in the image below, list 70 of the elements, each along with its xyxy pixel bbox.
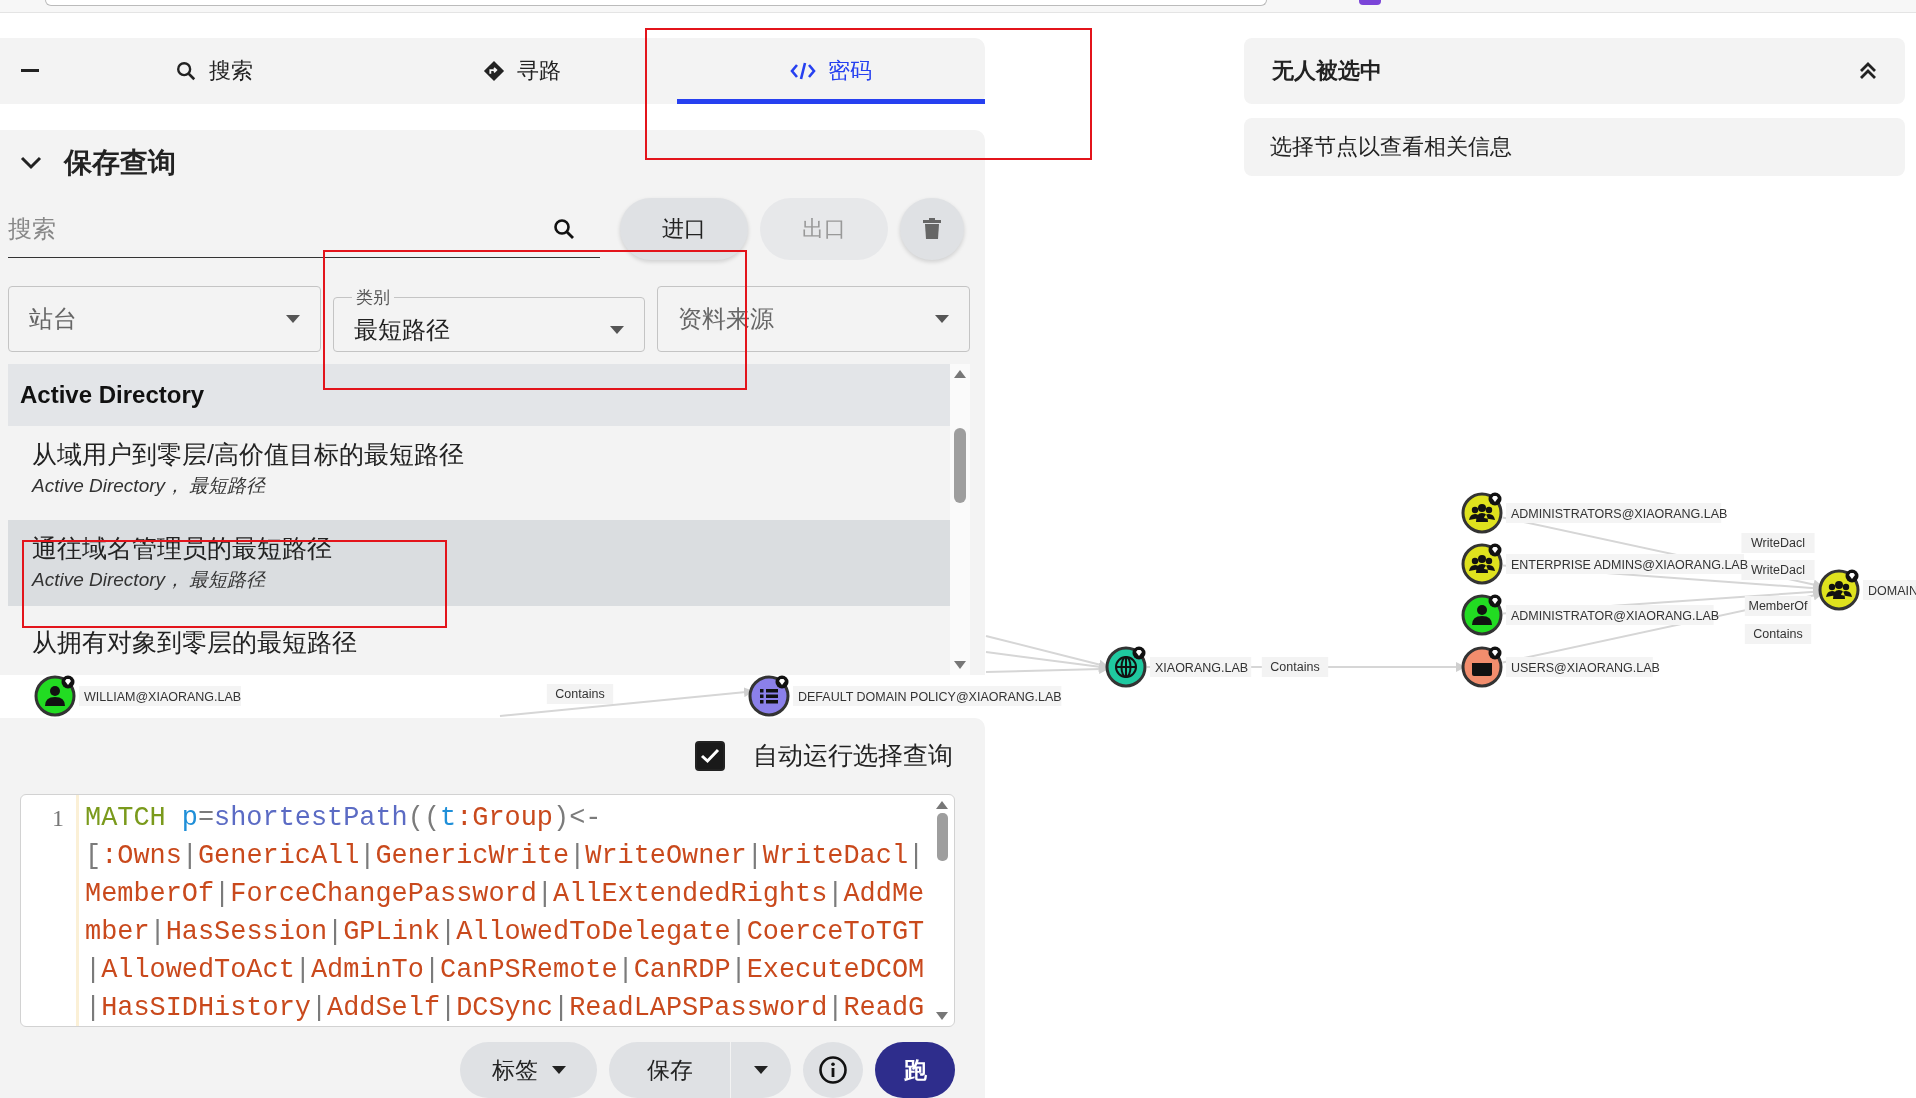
- edge-label: Contains: [546, 684, 614, 704]
- scroll-down-icon[interactable]: [954, 661, 966, 669]
- people-icon: [1469, 555, 1495, 573]
- node-label: DEFAULT DOMAIN POLICY@XIAORANG.LAB: [793, 686, 1062, 706]
- info-icon: [818, 1055, 848, 1085]
- query-item[interactable]: 从域用户到零层/高价值目标的最短路径 Active Directory， 最短路径: [8, 426, 950, 512]
- people-icon: [1469, 504, 1495, 522]
- tab[interactable]: 密码: [676, 38, 985, 104]
- edge-label: Contains: [1261, 657, 1329, 677]
- edge-label: Contains: [1744, 624, 1812, 644]
- route-icon: [483, 60, 506, 82]
- badge-icon: [1845, 569, 1859, 583]
- badge-icon: [1132, 646, 1146, 660]
- section-title: 保存查询: [64, 146, 176, 180]
- node-label: WILLIAM@XIAORANG.LAB: [79, 686, 242, 706]
- edge-label: WriteDacl: [1741, 533, 1815, 553]
- person-icon: [1472, 605, 1492, 625]
- person-icon: [45, 686, 65, 706]
- caret-icon: [754, 1066, 768, 1074]
- caret-icon: [610, 326, 625, 334]
- edge-label: MemberOf: [1744, 596, 1812, 616]
- search-icon: [552, 217, 576, 241]
- badge-icon: [1488, 492, 1502, 506]
- badge-icon: [1488, 646, 1502, 660]
- badge-icon: [1488, 594, 1502, 608]
- scroll-down-icon[interactable]: [936, 1012, 948, 1020]
- scrollbar-thumb[interactable]: [954, 428, 966, 503]
- globe-icon: [1115, 656, 1137, 678]
- scroll-up-icon[interactable]: [936, 800, 948, 809]
- list-icon: [760, 689, 778, 704]
- caret-icon: [551, 1066, 566, 1074]
- box-icon: [1472, 659, 1492, 676]
- dropdown[interactable]: 类别 最短路径: [332, 286, 646, 352]
- caret-icon: [935, 315, 949, 323]
- code-text: MATCH p=shortestPath((t:Group)<- [:Owns|GenericAll|GenericWrite|WriteOwner|WriteDacl| MemberOf|ForceChangePassword|AllExtendedRights|AddMember|HasSession|GPLink|AllowedToDelegate|CoerceToTGT |AllowedToAct|AdminTo|CanPSRemote|CanRDP|ExecuteDCOM |HasSIDHistory|AddSelf|DCSync|ReadLAPSPassword|ReadG: [84, 801, 926, 1025]
- node-label: ADMINISTRATOR@XIAORANG.LAB: [1506, 605, 1720, 625]
- scrollbar-thumb[interactable]: [936, 812, 948, 861]
- panel-title: 无人被选中: [1272, 57, 1382, 85]
- node-label: USERS@XIAORANG.LAB: [1506, 657, 1660, 677]
- run-button[interactable]: 跑: [875, 1042, 955, 1098]
- trash-icon: [923, 218, 941, 240]
- collapse-icon[interactable]: [1859, 62, 1877, 80]
- code-icon: [789, 60, 816, 82]
- node-label: ENTERPRISE ADMINS@XIAORANG.LAB: [1506, 554, 1749, 574]
- search-field[interactable]: 搜索: [8, 200, 600, 258]
- delete-button[interactable]: [900, 198, 964, 260]
- group-header: Active Directory: [8, 364, 950, 426]
- people-icon: [1826, 581, 1852, 599]
- dropdown[interactable]: 站台: [8, 286, 321, 352]
- scroll-up-icon[interactable]: [954, 370, 966, 378]
- minus-icon: [21, 69, 39, 73]
- line-number: 1: [52, 803, 64, 833]
- address-field[interactable]: [45, 0, 1267, 6]
- tab[interactable]: 寻路: [368, 38, 677, 104]
- info-message: 选择节点以查看相关信息: [1244, 118, 1905, 176]
- tags-button[interactable]: 标签: [460, 1042, 597, 1098]
- badge-icon: [1488, 543, 1502, 557]
- import-button[interactable]: 进口: [620, 198, 748, 260]
- chevron-icon[interactable]: [20, 156, 42, 170]
- tab[interactable]: 搜索: [60, 38, 369, 104]
- node-label: ADMINISTRATORS@XIAORANG.LAB: [1506, 503, 1728, 523]
- check-icon: [700, 747, 720, 764]
- query-item[interactable]: 从拥有对象到零层的最短路径: [8, 614, 950, 675]
- save-button[interactable]: 保存: [609, 1042, 730, 1098]
- node-label: XIAORANG.LAB: [1150, 657, 1252, 677]
- checkbox-label: 自动运行选择查询: [753, 740, 953, 772]
- checkbox[interactable]: [695, 740, 725, 771]
- caret-icon: [285, 315, 300, 323]
- extension-icon[interactable]: [1359, 0, 1381, 5]
- search-icon: [175, 60, 198, 82]
